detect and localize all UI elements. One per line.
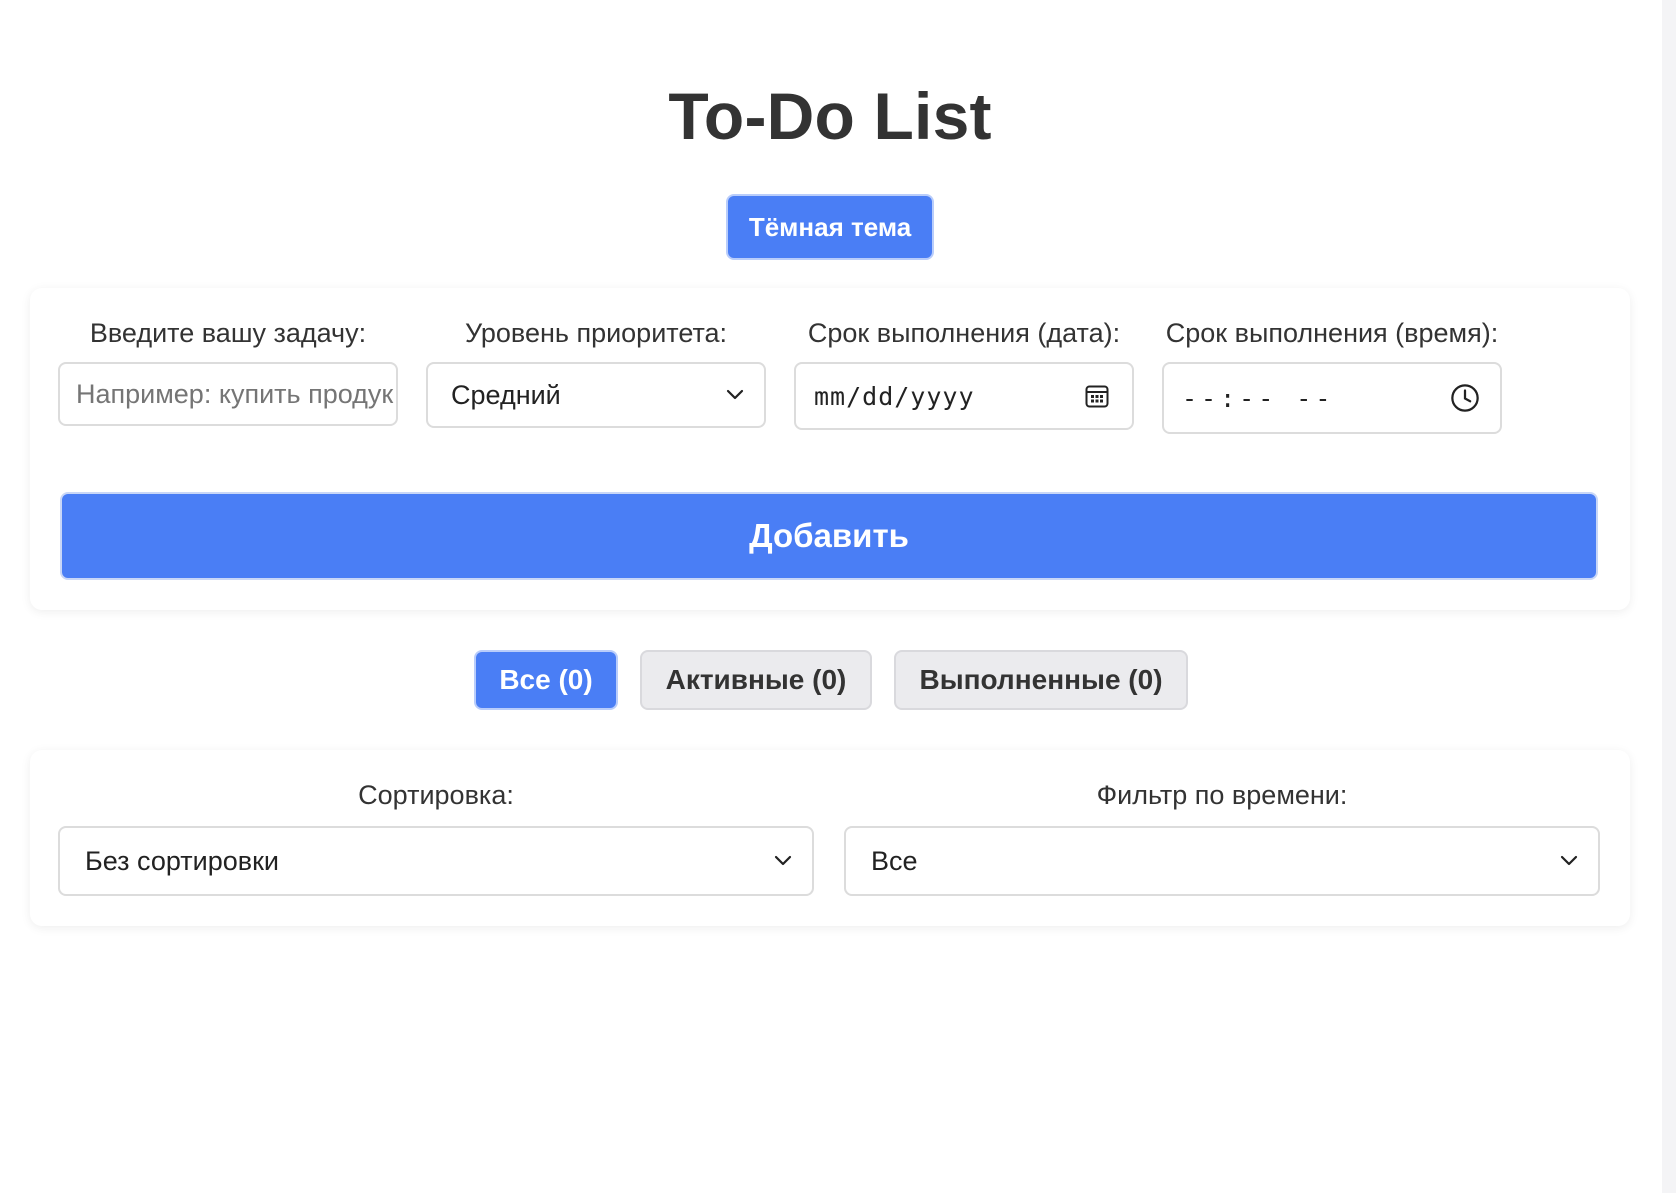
- filter-active-button[interactable]: Активные (0): [640, 650, 872, 710]
- chevron-down-icon: [772, 850, 794, 872]
- sort-select[interactable]: Без сортировки: [58, 826, 814, 896]
- filter-all-button[interactable]: Все (0): [474, 650, 618, 710]
- due-date-value: mm/dd/yyyy: [814, 381, 975, 411]
- time-filter-selected-value: Все: [871, 845, 918, 876]
- sort-selected-value: Без сортировки: [85, 845, 279, 876]
- time-filter-label: Фильтр по времени:: [1096, 780, 1348, 810]
- chevron-down-icon: [724, 384, 746, 406]
- dark-theme-button[interactable]: Тёмная тема: [726, 194, 934, 260]
- clock-icon[interactable]: [1450, 383, 1480, 413]
- time-filter-select[interactable]: Все: [844, 826, 1600, 896]
- scrollbar-track[interactable]: [1662, 0, 1676, 1193]
- due-date-label: Срок выполнения (дата):: [807, 318, 1121, 348]
- due-time-label: Срок выполнения (время):: [1165, 318, 1499, 348]
- add-task-card: Введите вашу задачу: Например: купить пр…: [30, 288, 1630, 610]
- priority-selected-value: Средний: [451, 379, 561, 410]
- due-time-input[interactable]: --:-- --: [1162, 362, 1502, 434]
- due-date-input[interactable]: mm/dd/yyyy: [794, 362, 1134, 430]
- sort-filter-card: Сортировка: Без сортировки Фильтр по вре…: [30, 750, 1630, 926]
- chevron-down-icon: [1558, 850, 1580, 872]
- task-input[interactable]: Например: купить продук: [58, 362, 398, 426]
- task-label: Введите вашу задачу:: [89, 318, 367, 348]
- filter-completed-button[interactable]: Выполненные (0): [894, 650, 1188, 710]
- page-title: To-Do List: [668, 79, 992, 153]
- calendar-icon[interactable]: [1082, 381, 1112, 411]
- task-input-placeholder: Например: купить продук: [76, 378, 394, 409]
- page: To-Do List Тёмная тема Введите вашу зада…: [0, 0, 1676, 1193]
- priority-label: Уровень приоритета:: [464, 318, 728, 348]
- due-time-value: --:-- --: [1182, 383, 1335, 413]
- add-task-button[interactable]: Добавить: [60, 492, 1598, 580]
- priority-select[interactable]: Средний: [426, 362, 766, 428]
- sort-label: Сортировка:: [358, 780, 514, 810]
